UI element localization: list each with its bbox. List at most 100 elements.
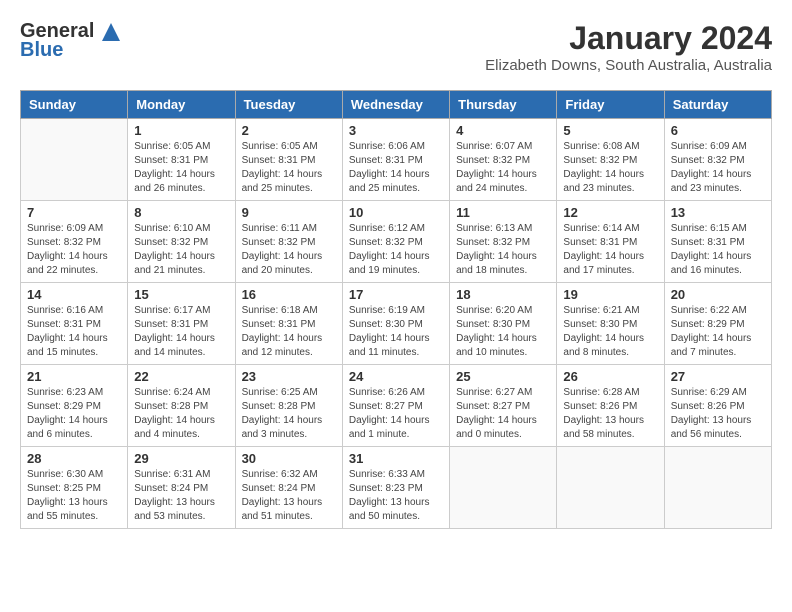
day-number: 31 [349,451,443,466]
day-info: Sunrise: 6:19 AMSunset: 8:30 PMDaylight:… [349,304,443,360]
day-cell: 21Sunrise: 6:23 AMSunset: 8:29 PMDayligh… [21,365,128,447]
day-info: Sunrise: 6:33 AMSunset: 8:23 PMDaylight:… [349,468,443,524]
day-number: 27 [671,369,765,384]
day-number: 20 [671,287,765,302]
day-info: Sunrise: 6:25 AMSunset: 8:28 PMDaylight:… [242,386,336,442]
day-cell: 22 Sunrise: 6:24 AMSunset: 8:28 PMDayligh… [128,365,235,447]
weekday-friday: Friday [557,91,664,119]
day-cell: 27 Sunrise: 6:29 AMSunset: 8:26 PMDayligh… [664,365,771,447]
day-cell: 9 Sunrise: 6:11 AMSunset: 8:32 PMDaylight… [235,201,342,283]
day-number: 18 [456,287,550,302]
day-cell: 3Sunrise: 6:06 AMSunset: 8:31 PMDaylight… [342,119,449,201]
day-cell: 24 Sunrise: 6:26 AMSunset: 8:27 PMDayligh… [342,365,449,447]
week-row-3: 14Sunrise: 6:16 AMSunset: 8:31 PMDayligh… [21,283,772,365]
day-info: Sunrise: 6:16 AMSunset: 8:31 PMDaylight:… [27,304,121,360]
logo: General Blue [20,20,120,62]
day-cell: 15 Sunrise: 6:17 AMSunset: 8:31 PMDayligh… [128,283,235,365]
day-number: 19 [563,287,657,302]
day-cell: 16 Sunrise: 6:18 AMSunset: 8:31 PMDayligh… [235,283,342,365]
day-cell: 5 Sunrise: 6:08 AMSunset: 8:32 PMDaylight… [557,119,664,201]
day-info: Sunrise: 6:10 AMSunset: 8:32 PMDaylight:… [134,222,228,278]
day-cell: 4 Sunrise: 6:07 AMSunset: 8:32 PMDaylight… [450,119,557,201]
day-info: Sunrise: 6:09 AMSunset: 8:32 PMDaylight:… [27,222,121,278]
day-info: Sunrise: 6:24 AMSunset: 8:28 PMDaylight:… [134,386,228,442]
day-number: 11 [456,205,550,220]
day-number: 30 [242,451,336,466]
title-block: January 2024 Elizabeth Downs, South Aust… [485,20,772,74]
day-info: Sunrise: 6:28 AMSunset: 8:26 PMDaylight:… [563,386,657,442]
day-info: Sunrise: 6:22 AMSunset: 8:29 PMDaylight:… [671,304,765,360]
day-number: 7 [27,205,121,220]
day-cell: 17 Sunrise: 6:19 AMSunset: 8:30 PMDayligh… [342,283,449,365]
day-info: Sunrise: 6:17 AMSunset: 8:31 PMDaylight:… [134,304,228,360]
week-row-1: 1 Sunrise: 6:05 AMSunset: 8:31 PMDaylight… [21,119,772,201]
day-number: 5 [563,123,657,138]
week-row-2: 7 Sunrise: 6:09 AMSunset: 8:32 PMDaylight… [21,201,772,283]
day-number: 16 [242,287,336,302]
calendar-table: SundayMondayTuesdayWednesdayThursdayFrid… [20,90,772,529]
day-cell: 30 Sunrise: 6:32 AMSunset: 8:24 PMDayligh… [235,447,342,529]
day-info: Sunrise: 6:29 AMSunset: 8:26 PMDaylight:… [671,386,765,442]
day-number: 12 [563,205,657,220]
day-number: 8 [134,205,228,220]
day-cell: 19Sunrise: 6:21 AMSunset: 8:30 PMDayligh… [557,283,664,365]
day-cell [450,447,557,529]
day-number: 21 [27,369,121,384]
day-info: Sunrise: 6:27 AMSunset: 8:27 PMDaylight:… [456,386,550,442]
weekday-thursday: Thursday [450,91,557,119]
day-cell: 13 Sunrise: 6:15 AMSunset: 8:31 PMDayligh… [664,201,771,283]
day-cell: 14Sunrise: 6:16 AMSunset: 8:31 PMDayligh… [21,283,128,365]
day-cell: 1 Sunrise: 6:05 AMSunset: 8:31 PMDaylight… [128,119,235,201]
day-info: Sunrise: 6:18 AMSunset: 8:31 PMDaylight:… [242,304,336,360]
day-cell: 18 Sunrise: 6:20 AMSunset: 8:30 PMDayligh… [450,283,557,365]
page-header: General Blue January 2024 Elizabeth Down… [20,20,772,74]
day-info: Sunrise: 6:30 AMSunset: 8:25 PMDaylight:… [27,468,121,524]
day-number: 29 [134,451,228,466]
day-cell: 6Sunrise: 6:09 AMSunset: 8:32 PMDaylight… [664,119,771,201]
day-info: Sunrise: 6:32 AMSunset: 8:24 PMDaylight:… [242,468,336,524]
week-row-5: 28 Sunrise: 6:30 AMSunset: 8:25 PMDayligh… [21,447,772,529]
day-info: Sunrise: 6:26 AMSunset: 8:27 PMDaylight:… [349,386,443,442]
day-cell [21,119,128,201]
day-number: 9 [242,205,336,220]
day-number: 1 [134,123,228,138]
day-info: Sunrise: 6:15 AMSunset: 8:31 PMDaylight:… [671,222,765,278]
day-number: 10 [349,205,443,220]
day-cell: 29 Sunrise: 6:31 AMSunset: 8:24 PMDayligh… [128,447,235,529]
day-cell [664,447,771,529]
weekday-monday: Monday [128,91,235,119]
day-number: 4 [456,123,550,138]
day-cell: 8 Sunrise: 6:10 AMSunset: 8:32 PMDaylight… [128,201,235,283]
weekday-wednesday: Wednesday [342,91,449,119]
day-info: Sunrise: 6:11 AMSunset: 8:32 PMDaylight:… [242,222,336,278]
day-cell: 2Sunrise: 6:05 AMSunset: 8:31 PMDaylight… [235,119,342,201]
day-info: Sunrise: 6:13 AMSunset: 8:32 PMDaylight:… [456,222,550,278]
day-info: Sunrise: 6:05 AMSunset: 8:31 PMDaylight:… [242,140,336,196]
day-cell: 26 Sunrise: 6:28 AMSunset: 8:26 PMDayligh… [557,365,664,447]
day-cell: 7 Sunrise: 6:09 AMSunset: 8:32 PMDaylight… [21,201,128,283]
day-cell: 23Sunrise: 6:25 AMSunset: 8:28 PMDayligh… [235,365,342,447]
day-number: 28 [27,451,121,466]
day-info: Sunrise: 6:12 AMSunset: 8:32 PMDaylight:… [349,222,443,278]
day-number: 17 [349,287,443,302]
day-number: 13 [671,205,765,220]
day-number: 24 [349,369,443,384]
weekday-sunday: Sunday [21,91,128,119]
day-info: Sunrise: 6:08 AMSunset: 8:32 PMDaylight:… [563,140,657,196]
day-cell: 20 Sunrise: 6:22 AMSunset: 8:29 PMDayligh… [664,283,771,365]
day-number: 22 [134,369,228,384]
weekday-header-row: SundayMondayTuesdayWednesdayThursdayFrid… [21,91,772,119]
day-cell: 12Sunrise: 6:14 AMSunset: 8:31 PMDayligh… [557,201,664,283]
day-info: Sunrise: 6:07 AMSunset: 8:32 PMDaylight:… [456,140,550,196]
day-cell: 25Sunrise: 6:27 AMSunset: 8:27 PMDayligh… [450,365,557,447]
day-cell: 31 Sunrise: 6:33 AMSunset: 8:23 PMDayligh… [342,447,449,529]
day-info: Sunrise: 6:09 AMSunset: 8:32 PMDaylight:… [671,140,765,196]
day-info: Sunrise: 6:31 AMSunset: 8:24 PMDaylight:… [134,468,228,524]
day-info: Sunrise: 6:20 AMSunset: 8:30 PMDaylight:… [456,304,550,360]
month-title: January 2024 [485,20,772,57]
weekday-tuesday: Tuesday [235,91,342,119]
day-info: Sunrise: 6:05 AMSunset: 8:31 PMDaylight:… [134,140,228,196]
day-number: 26 [563,369,657,384]
day-cell: 28 Sunrise: 6:30 AMSunset: 8:25 PMDayligh… [21,447,128,529]
day-number: 15 [134,287,228,302]
